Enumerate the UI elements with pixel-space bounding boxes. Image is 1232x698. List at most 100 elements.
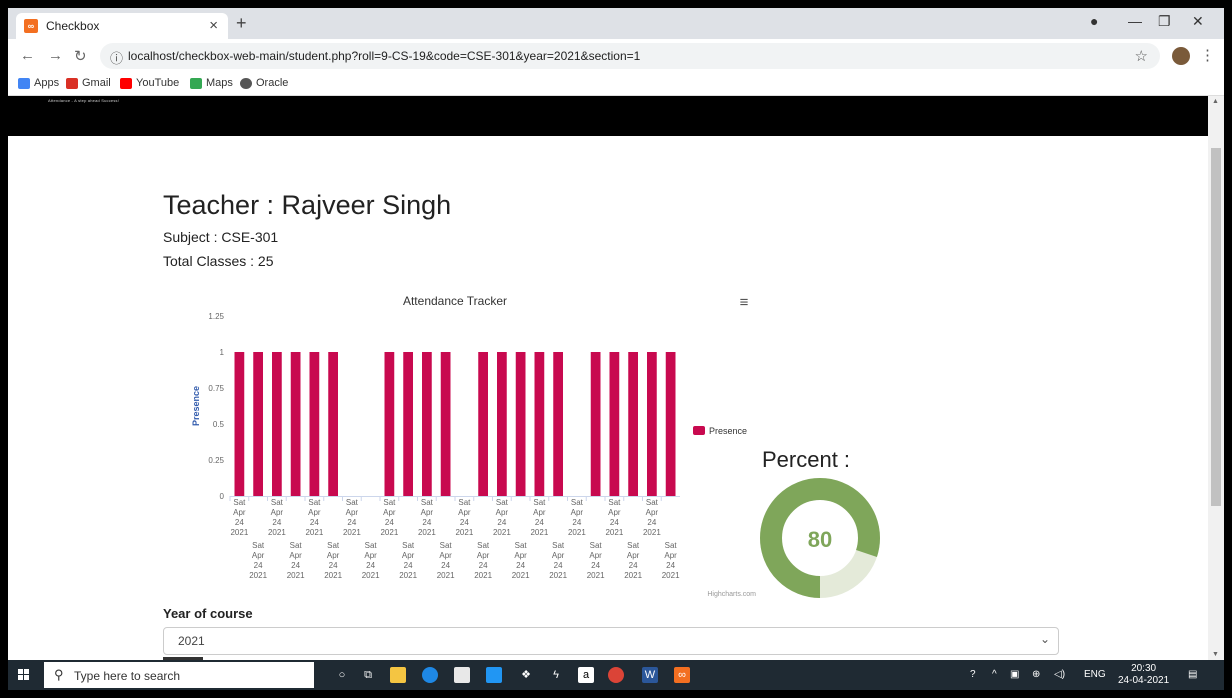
x-tick-label: Sat (327, 541, 340, 550)
x-tick-label: Apr (589, 551, 602, 560)
cortana-icon[interactable]: ○ (334, 667, 350, 683)
x-tick-label: Apr (458, 508, 471, 517)
x-tick-label: 2021 (324, 571, 342, 580)
y-axis-label: Presence (191, 386, 201, 426)
language-indicator[interactable]: ENG (1084, 669, 1106, 680)
x-tick-label: Sat (383, 498, 396, 507)
edge-icon[interactable] (422, 667, 438, 683)
word-icon[interactable]: W (642, 667, 658, 683)
youtube-icon (120, 77, 132, 89)
x-tick-label: Apr (402, 551, 415, 560)
forward-icon[interactable]: → (48, 47, 63, 64)
xampp-icon[interactable]: ∞ (674, 667, 690, 683)
y-tick-label: 0.25 (208, 456, 224, 465)
bookmark-oracle[interactable]: Oracle (240, 77, 288, 89)
x-tick-label: 24 (366, 561, 375, 570)
x-tick-label: 24 (254, 561, 263, 570)
tray-chevron-icon[interactable]: ^ (992, 669, 997, 680)
task-view-icon[interactable]: ⧉ (360, 667, 376, 683)
x-tick-label: Apr (664, 551, 677, 560)
x-tick-label: 24 (516, 561, 525, 570)
chart-bar (478, 352, 488, 496)
x-tick-label: 2021 (624, 571, 642, 580)
windows-start-icon[interactable] (18, 669, 30, 681)
x-tick-label: 2021 (512, 571, 530, 580)
system-clock[interactable]: 20:30 24-04-2021 (1118, 663, 1169, 687)
x-tick-label: 24 (666, 561, 675, 570)
x-tick-label: Apr (646, 508, 659, 517)
x-tick-label: 24 (347, 518, 356, 527)
chart-bar (665, 352, 676, 496)
close-tab-icon[interactable]: × (209, 17, 218, 34)
x-tick-label: 2021 (605, 528, 623, 537)
year-select[interactable]: 2021 ⌄ (163, 627, 1059, 655)
network-icon[interactable]: ▣ (1010, 669, 1019, 680)
x-tick-label: Sat (646, 498, 659, 507)
scroll-up-icon[interactable]: ▲ (1212, 98, 1219, 105)
tab-strip: ∞ Checkbox × + ● — ❐ ✕ (8, 8, 1224, 39)
x-tick-label: Sat (290, 541, 303, 550)
taskbar-search[interactable]: ⚲ Type here to search (44, 662, 314, 688)
info-icon[interactable]: ⓘ (110, 48, 123, 67)
notification-icon[interactable]: ▤ (1188, 669, 1197, 680)
close-window-icon[interactable]: ✕ (1192, 13, 1204, 30)
menu-icon[interactable]: ⋮ (1200, 46, 1215, 64)
bookmark-maps[interactable]: Maps (190, 77, 233, 89)
x-tick-label: Apr (608, 508, 621, 517)
chrome-icon[interactable] (608, 667, 624, 683)
help-icon[interactable]: ? (970, 669, 976, 680)
x-tick-label: Sat (365, 541, 378, 550)
chart-bar (534, 352, 545, 496)
address-bar[interactable]: ⓘ localhost/checkbox-web-main/student.ph… (100, 43, 1160, 69)
new-tab-icon[interactable]: + (236, 13, 247, 34)
x-tick-label: Sat (552, 541, 565, 550)
minimize-icon[interactable]: — (1128, 13, 1142, 29)
x-tick-label: 24 (554, 561, 563, 570)
x-tick-label: 24 (329, 561, 338, 570)
tab-checkbox[interactable]: ∞ Checkbox × (16, 13, 228, 39)
maximize-icon[interactable]: ❐ (1158, 13, 1171, 30)
scroll-thumb[interactable] (1211, 148, 1221, 506)
reload-icon[interactable]: ↻ (74, 47, 87, 65)
mail-icon[interactable] (486, 667, 502, 683)
bookmark-star-icon[interactable]: ☆ (1135, 47, 1148, 65)
chevron-down-icon: ⌄ (1039, 632, 1050, 646)
bookmark-apps[interactable]: Apps (18, 77, 59, 89)
x-tick-label: 24 (422, 518, 431, 527)
x-tick-label: Apr (477, 551, 490, 560)
x-tick-label: 24 (497, 518, 506, 527)
avatar[interactable] (1172, 47, 1190, 65)
x-tick-label: Apr (627, 551, 640, 560)
profile-circle-icon[interactable]: ● (1090, 13, 1098, 29)
back-icon[interactable]: ← (20, 47, 35, 64)
store-icon[interactable] (454, 667, 470, 683)
globe-tray-icon[interactable]: ⊕ (1032, 669, 1040, 680)
x-tick-label: Sat (477, 541, 490, 550)
lightning-icon[interactable]: ϟ (548, 667, 564, 683)
bookmark-youtube[interactable]: YouTube (120, 77, 179, 89)
x-tick-label: Sat (590, 541, 603, 550)
x-tick-label: Sat (665, 541, 678, 550)
amazon-icon[interactable]: a (578, 667, 594, 683)
x-tick-label: Apr (533, 508, 546, 517)
scroll-down-icon[interactable]: ▼ (1212, 651, 1219, 658)
chart-bar (422, 352, 432, 496)
favicon-icon: ∞ (24, 19, 38, 33)
volume-icon[interactable]: ◁) (1054, 669, 1065, 680)
x-tick-label: 24 (479, 561, 488, 570)
url-text: localhost/checkbox-web-main/student.php?… (128, 49, 641, 63)
chart-bar (553, 352, 563, 496)
chart-bar (309, 352, 320, 496)
x-tick-label: 24 (272, 518, 281, 527)
dropbox-icon[interactable]: ❖ (518, 667, 534, 683)
page-scrollbar[interactable]: ▲ ▼ (1208, 96, 1224, 660)
bookmark-gmail[interactable]: Gmail (66, 77, 111, 89)
x-tick-label: Sat (252, 541, 265, 550)
x-tick-label: Apr (271, 508, 284, 517)
year-select-value: 2021 (178, 634, 205, 648)
x-tick-label: 2021 (287, 571, 305, 580)
x-tick-label: Apr (327, 551, 340, 560)
x-tick-label: 2021 (399, 571, 417, 580)
file-explorer-icon[interactable] (390, 667, 406, 683)
highcharts-credit: Highcharts.com (707, 591, 756, 598)
